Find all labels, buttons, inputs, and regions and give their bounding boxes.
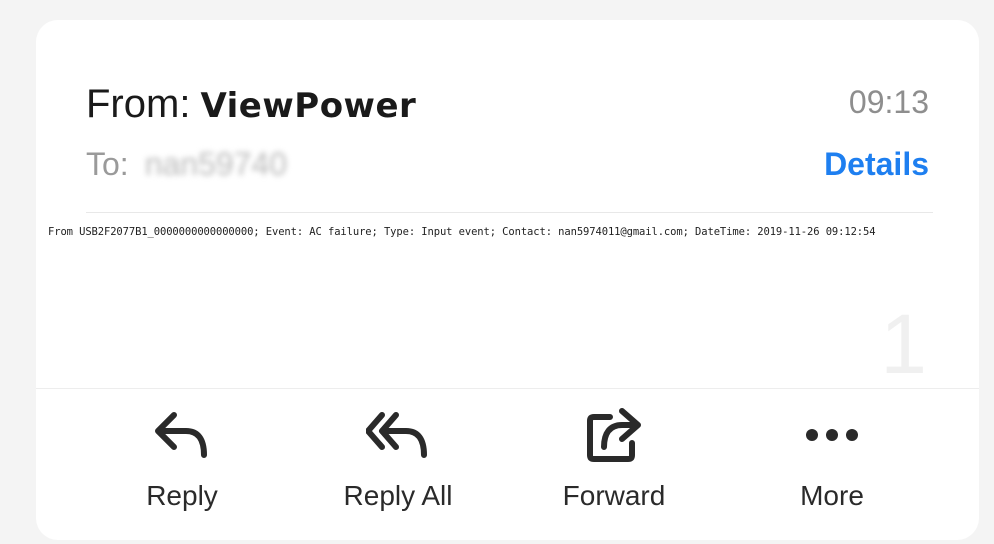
actions-divider	[36, 388, 979, 389]
forward-icon	[582, 404, 646, 466]
from-row: From: ViewPower	[86, 82, 416, 127]
more-label: More	[800, 480, 864, 511]
more-button[interactable]: More	[742, 404, 922, 512]
email-card: From: ViewPower 09:13 To: nan59740 Detai…	[36, 20, 979, 540]
message-body: From USB2F2077B1_0000000000000000; Event…	[48, 226, 876, 238]
page-number: 1	[880, 297, 927, 391]
reply-all-icon	[366, 404, 430, 466]
to-label: To:	[86, 146, 129, 182]
sender-name[interactable]: ViewPower	[200, 86, 416, 126]
to-row: To: nan59740	[86, 146, 287, 183]
reply-button[interactable]: Reply	[92, 404, 272, 512]
reply-all-label: Reply All	[343, 480, 453, 511]
forward-label: Forward	[562, 480, 666, 511]
message-time: 09:13	[848, 84, 929, 120]
details-link[interactable]: Details	[824, 146, 929, 183]
header-divider	[86, 212, 933, 213]
reply-label: Reply	[146, 480, 218, 511]
recipient-name[interactable]: nan59740	[145, 146, 287, 183]
reply-icon	[150, 404, 214, 466]
more-icon	[800, 404, 864, 466]
from-label: From:	[86, 82, 191, 126]
reply-all-button[interactable]: Reply All	[308, 404, 488, 512]
action-bar: Reply Reply All Forward More	[36, 404, 979, 544]
forward-button[interactable]: Forward	[524, 404, 704, 512]
